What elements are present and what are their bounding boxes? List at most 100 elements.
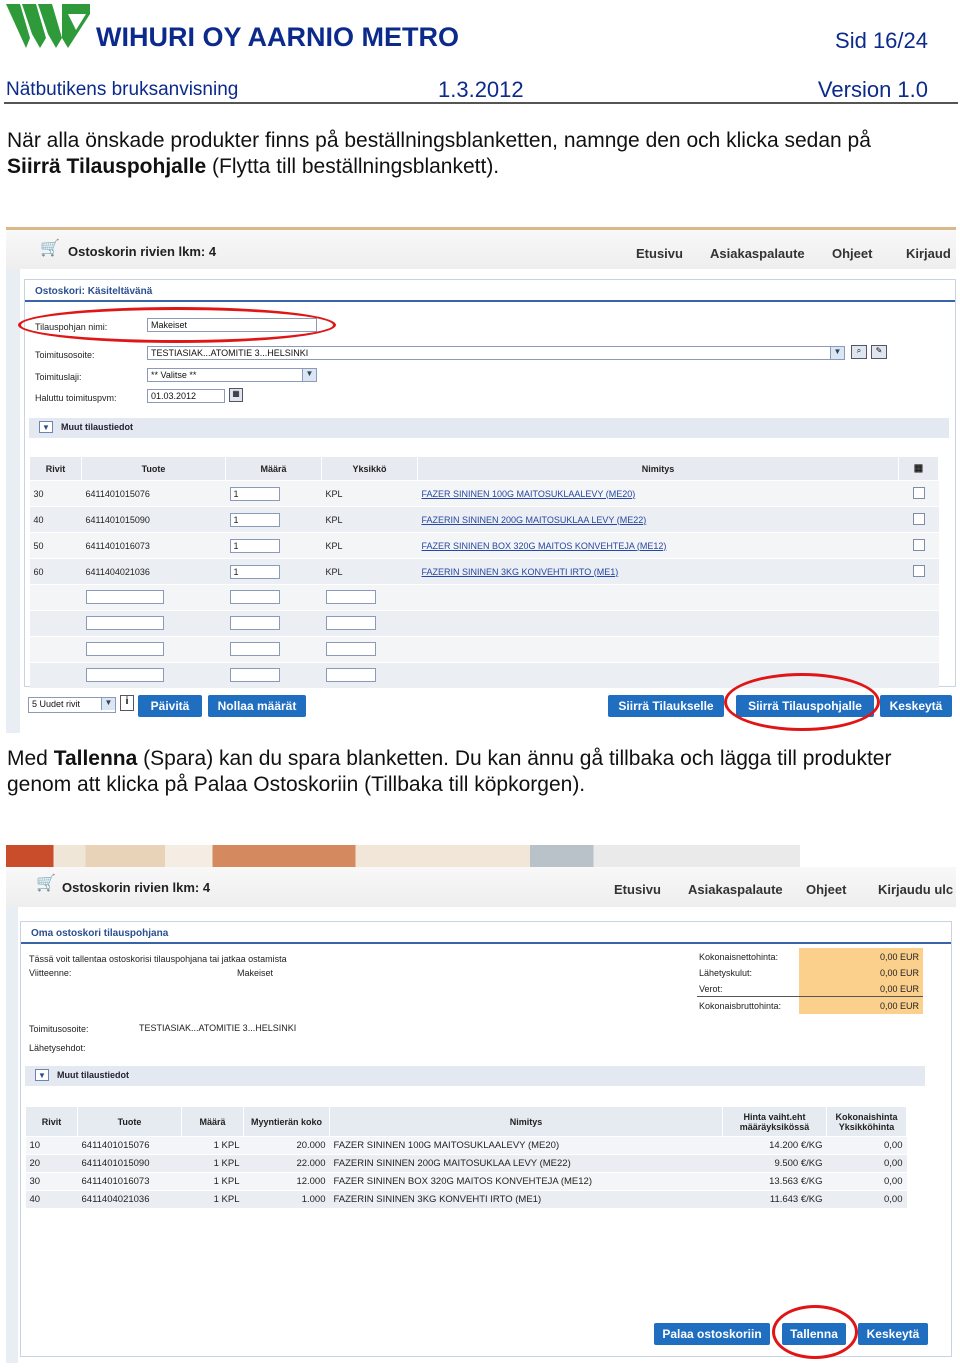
new-unit-input[interactable] bbox=[325, 641, 376, 656]
empty-row bbox=[29, 610, 939, 637]
cart-icon: 🛒 bbox=[36, 875, 56, 892]
highlight-template-name bbox=[18, 307, 336, 343]
highlight-move-to-template bbox=[724, 673, 880, 731]
new-unit-input[interactable] bbox=[325, 589, 376, 604]
search-address-icon[interactable]: ⌕ bbox=[851, 345, 867, 359]
new-quantity-input[interactable] bbox=[229, 589, 280, 604]
new-rows-select[interactable]: 5 Uudet rivit ▼ bbox=[28, 697, 116, 713]
delivery-date-input[interactable]: 01.03.2012 bbox=[147, 389, 225, 403]
col-rivit: Rivit bbox=[29, 456, 82, 481]
row-rivi: 40 bbox=[25, 1190, 78, 1209]
reset-quantities-button[interactable]: Nollaa määrät bbox=[208, 695, 306, 717]
page-number: Sid 16/24 bbox=[835, 28, 928, 53]
new-quantity-input[interactable] bbox=[229, 667, 280, 682]
row-era: 20.000 bbox=[243, 1136, 330, 1155]
product-link[interactable]: FAZER SININEN 100G MAITOSUKLAALEVY (ME20… bbox=[422, 489, 636, 499]
quantity-input[interactable]: 1 bbox=[229, 512, 280, 527]
para1-text: När alla önskade produkter finns på best… bbox=[7, 129, 871, 152]
row-checkbox[interactable] bbox=[912, 486, 925, 499]
nav-kirjaudu-ulos[interactable]: Kirjaudu ulc bbox=[878, 882, 953, 897]
instruction-paragraph-2: Med Tallenna (Spara) kan du spara blanke… bbox=[7, 746, 957, 798]
delivery-type-select[interactable]: ** Valitse ** ▼ bbox=[147, 368, 317, 382]
product-link[interactable]: FAZERIN SININEN 200G MAITOSUKLAA LEVY (M… bbox=[422, 515, 647, 525]
nav-etusivu[interactable]: Etusivu bbox=[614, 882, 661, 897]
row-hinta: 11.643 €/KG bbox=[722, 1190, 827, 1209]
row-maara-cell: 1 bbox=[225, 558, 322, 585]
cart-table: Rivit Tuote Määrä Yksikkö Nimitys ▦ 30 6… bbox=[29, 456, 939, 689]
row-tuote: 6411404021036 bbox=[77, 1190, 182, 1209]
chevron-down-icon: ▼ bbox=[830, 347, 844, 359]
reference-value: Makeiset bbox=[237, 968, 274, 978]
row-maara-cell: 1 bbox=[225, 480, 322, 507]
more-info-strip[interactable]: ▼ Muut tilaustiedot bbox=[29, 418, 949, 438]
row-nimitys: FAZERIN SININEN 3KG KONVEHTI IRTO (ME1) bbox=[417, 558, 899, 585]
row-check-cell bbox=[898, 480, 939, 507]
table-row: 60 6411404021036 1 KPL FAZERIN SININEN 3… bbox=[29, 558, 939, 585]
row-checkbox[interactable] bbox=[912, 512, 925, 525]
new-unit-input[interactable] bbox=[325, 667, 376, 682]
left-collapse-bar[interactable] bbox=[6, 907, 18, 1363]
top-bar: 🛒 Ostoskorin rivien lkm: 4 Etusivu Asiak… bbox=[6, 227, 956, 269]
table-row: 20 6411401015090 1 KPL 22.000 FAZERIN SI… bbox=[25, 1154, 907, 1173]
row-checkbox[interactable] bbox=[912, 538, 925, 551]
summary-label: Kokonaisbruttohinta: bbox=[699, 1001, 782, 1011]
calendar-icon[interactable]: ▦ bbox=[229, 388, 243, 402]
new-product-input[interactable] bbox=[85, 641, 164, 656]
row-yksikko: KPL bbox=[321, 506, 418, 533]
row-tuote: 6411401016073 bbox=[81, 532, 226, 559]
row-nimitys: FAZER SININEN BOX 320G MAITOS KONVEHTEJA… bbox=[417, 532, 899, 559]
nav-asiakaspalaute[interactable]: Asiakaspalaute bbox=[710, 246, 805, 261]
quantity-input[interactable]: 1 bbox=[229, 486, 280, 501]
new-unit-input[interactable] bbox=[325, 615, 376, 630]
col-tuote: Tuote bbox=[77, 1106, 182, 1137]
product-link[interactable]: FAZERIN SININEN 3KG KONVEHTI IRTO (ME1) bbox=[422, 567, 619, 577]
col-yksikko: Yksikkö bbox=[321, 456, 418, 481]
summary-label: Verot: bbox=[699, 984, 723, 994]
nav-ohjeet[interactable]: Ohjeet bbox=[806, 882, 846, 897]
delivery-type-label: Toimituslaji: bbox=[35, 372, 82, 382]
new-quantity-input[interactable] bbox=[229, 615, 280, 630]
update-button[interactable]: Päivitä bbox=[138, 695, 202, 717]
cart-count-label: Ostoskorin rivien lkm: 4 bbox=[68, 244, 217, 259]
para2-text-end: (Spara) kan du spara blanketten. Du kan … bbox=[7, 747, 892, 796]
panel-title: Ostoskori: Käsiteltävänä bbox=[25, 280, 955, 302]
cancel-button[interactable]: Keskeytä bbox=[880, 695, 952, 717]
new-quantity-input[interactable] bbox=[229, 641, 280, 656]
cart-icon: 🛒 bbox=[40, 240, 60, 257]
back-to-cart-button[interactable]: Palaa ostoskoriin bbox=[654, 1323, 770, 1345]
row-nimitys: FAZER SININEN 100G MAITOSUKLAALEVY (ME20… bbox=[329, 1136, 723, 1155]
chevron-down-icon: ▼ bbox=[302, 369, 316, 381]
nav-asiakaspalaute[interactable]: Asiakaspalaute bbox=[688, 882, 783, 897]
cancel-button[interactable]: Keskeytä bbox=[858, 1323, 928, 1345]
nav-kirjaudu[interactable]: Kirjaud bbox=[906, 246, 951, 261]
row-tuote: 6411401015076 bbox=[77, 1136, 182, 1155]
screenshot-cart: 🛒 Ostoskorin rivien lkm: 4 Etusivu Asiak… bbox=[6, 227, 956, 733]
row-checkbox[interactable] bbox=[912, 564, 925, 577]
nav-etusivu[interactable]: Etusivu bbox=[636, 246, 683, 261]
col-select-all[interactable]: ▦ bbox=[898, 456, 939, 481]
move-to-order-button[interactable]: Siirrä Tilaukselle bbox=[608, 695, 724, 717]
new-product-input[interactable] bbox=[85, 589, 164, 604]
more-info-strip[interactable]: ▼ Muut tilaustiedot bbox=[25, 1066, 925, 1086]
quantity-input[interactable]: 1 bbox=[229, 538, 280, 553]
product-link[interactable]: FAZER SININEN BOX 320G MAITOS KONVEHTEJA… bbox=[422, 541, 667, 551]
quantity-input[interactable]: 1 bbox=[229, 564, 280, 579]
new-product-input[interactable] bbox=[85, 615, 164, 630]
address-select[interactable]: TESTIASIAK...ATOMITIE 3...HELSINKI ▼ bbox=[147, 346, 845, 360]
template-panel: Oma ostoskori tilauspohjana Tässä voit t… bbox=[20, 921, 952, 1357]
info-icon[interactable]: i bbox=[120, 695, 134, 711]
row-maara-cell: 1 bbox=[225, 532, 322, 559]
select-all-icon[interactable]: ▦ bbox=[914, 463, 923, 474]
left-collapse-bar[interactable] bbox=[6, 269, 20, 733]
summary-value: 0,00 EUR bbox=[879, 1001, 919, 1011]
edit-address-icon[interactable]: ✎ bbox=[871, 345, 887, 359]
table-row: 50 6411401016073 1 KPL FAZER SININEN BOX… bbox=[29, 532, 939, 559]
row-hinta: 14.200 €/KG bbox=[722, 1136, 827, 1155]
new-product-input[interactable] bbox=[85, 667, 164, 682]
nav-ohjeet[interactable]: Ohjeet bbox=[832, 246, 872, 261]
address-label: Toimitusosoite: bbox=[35, 350, 95, 360]
banner-image bbox=[6, 845, 800, 867]
col-nimitys: Nimitys bbox=[417, 456, 899, 481]
row-rivi: 60 bbox=[29, 558, 82, 585]
row-maara: 1 KPL bbox=[181, 1172, 244, 1191]
